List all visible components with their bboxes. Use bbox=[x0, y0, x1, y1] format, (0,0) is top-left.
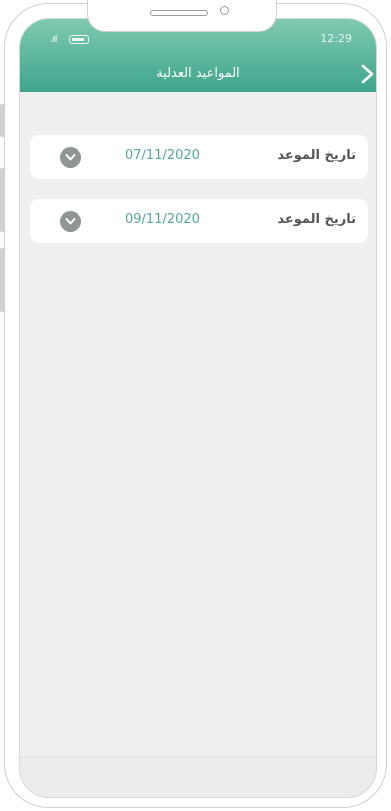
status-time: 12:29 bbox=[320, 32, 352, 45]
phone-notch bbox=[87, 0, 277, 32]
signal-icon: .ıIl bbox=[50, 35, 57, 45]
volume-up-button bbox=[0, 168, 5, 232]
mute-switch bbox=[0, 104, 5, 137]
battery-icon bbox=[69, 35, 89, 44]
phone-mockup: .ıIl 12:29 المواعيد العدلية تاريخ الموعد… bbox=[0, 0, 391, 811]
speaker-icon bbox=[150, 10, 208, 16]
appointment-item[interactable]: تاريخ الموعد 09/11/2020 bbox=[30, 199, 368, 243]
chevron-right-icon[interactable] bbox=[360, 63, 376, 85]
chevron-down-icon[interactable] bbox=[60, 211, 81, 232]
chevron-down-icon[interactable] bbox=[60, 147, 81, 168]
appointment-date: 09/11/2020 bbox=[125, 212, 200, 227]
appointment-item[interactable]: تاريخ الموعد 07/11/2020 bbox=[30, 135, 368, 179]
volume-down-button bbox=[0, 248, 5, 312]
camera-icon bbox=[220, 6, 229, 15]
appointment-label: تاريخ الموعد bbox=[277, 148, 356, 163]
appointment-label: تاريخ الموعد bbox=[277, 212, 356, 227]
page-title: المواعيد العدلية bbox=[156, 66, 240, 81]
home-indicator-area bbox=[20, 756, 376, 797]
phone-screen: .ıIl 12:29 المواعيد العدلية تاريخ الموعد… bbox=[19, 18, 377, 798]
appointment-date: 07/11/2020 bbox=[125, 148, 200, 163]
